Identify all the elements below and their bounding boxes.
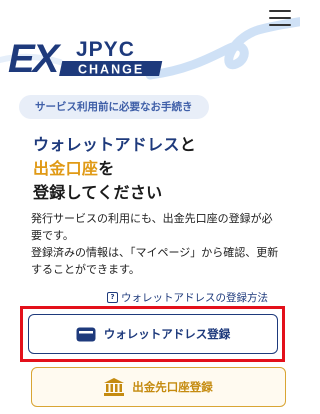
exjpyc-exchange-logo: EX JPYC CHANGE — [6, 34, 176, 80]
svg-text:CHANGE: CHANGE — [78, 63, 144, 77]
page-heading: ウォレットアドレスと 出金口座を 登録してください — [33, 135, 197, 202]
wallet-register-button[interactable]: ウォレットアドレス登録 — [28, 314, 278, 354]
prerequisite-badge: サービス利用前に必要なお手続き — [19, 95, 209, 119]
bank-icon — [104, 378, 125, 396]
description-line-2: 登録済みの情報は、「マイページ」から確認、更新することができます。 — [31, 246, 279, 276]
question-icon: ? — [107, 292, 118, 303]
hamburger-menu-icon[interactable] — [269, 10, 291, 26]
description-line-1: 発行サービスの利用にも、出金先口座の登録が必要です。 — [31, 212, 273, 242]
svg-text:EX: EX — [8, 37, 62, 80]
wallet-icon — [76, 327, 96, 342]
wallet-howto-link[interactable]: ? ウォレットアドレスの登録方法 — [107, 290, 268, 305]
description: 発行サービスの利用にも、出金先口座の登録が必要です。 登録済みの情報は、「マイペ… — [31, 210, 283, 278]
bank-register-button[interactable]: 出金先口座登録 — [31, 367, 286, 407]
svg-text:JPYC: JPYC — [76, 38, 135, 61]
